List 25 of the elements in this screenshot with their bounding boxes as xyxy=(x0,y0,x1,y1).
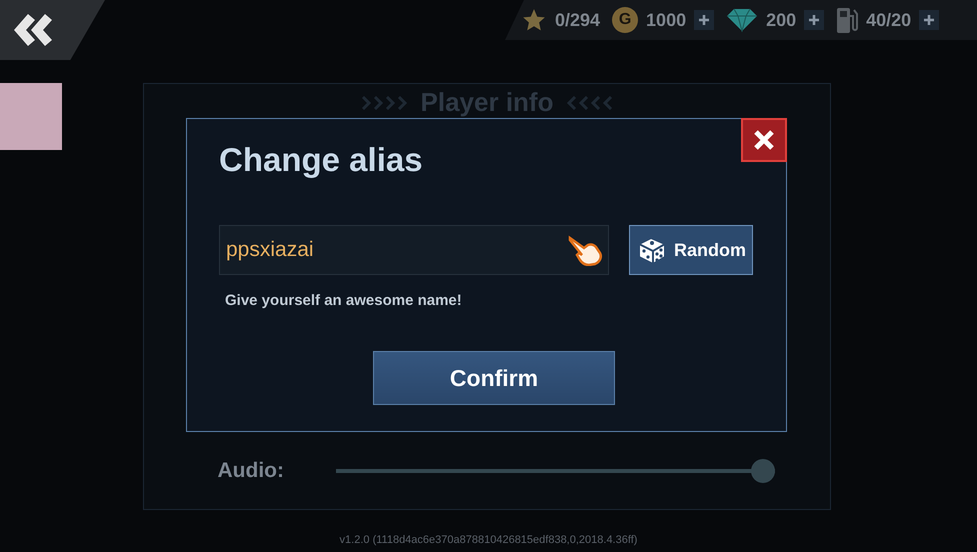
close-icon xyxy=(752,128,776,152)
confirm-button[interactable]: Confirm xyxy=(373,351,615,405)
add-button[interactable] xyxy=(694,10,714,30)
fuel-pump-icon xyxy=(836,6,858,34)
star-icon xyxy=(521,7,547,33)
resource-count: 200 xyxy=(766,10,796,30)
add-button[interactable] xyxy=(804,10,824,30)
coin-icon: G xyxy=(612,7,638,33)
plus-icon xyxy=(808,14,820,26)
resource-count: 40/20 xyxy=(866,10,912,30)
back-button[interactable] xyxy=(0,0,105,60)
plus-icon xyxy=(698,14,710,26)
dialog-title: Change alias xyxy=(219,141,424,179)
version-text: v1.2.0 (1118d4ac6e370a878810426815edf838,0,2018.4.36ff) xyxy=(338,534,638,546)
plus-icon xyxy=(923,14,936,26)
resource-count: 0/294 xyxy=(555,10,600,30)
name-input-field[interactable]: ppsxiazai xyxy=(219,225,609,275)
random-button[interactable]: Random xyxy=(629,225,753,275)
audio-label: Audio: xyxy=(216,459,284,483)
close-button[interactable] xyxy=(741,118,787,162)
resource-count: 1000 xyxy=(646,10,686,30)
add-button[interactable] xyxy=(919,10,940,30)
hint-text: Give yourself an awesome name! xyxy=(225,292,463,309)
diamond-icon xyxy=(726,8,758,32)
pointing-hand-icon xyxy=(567,234,603,266)
